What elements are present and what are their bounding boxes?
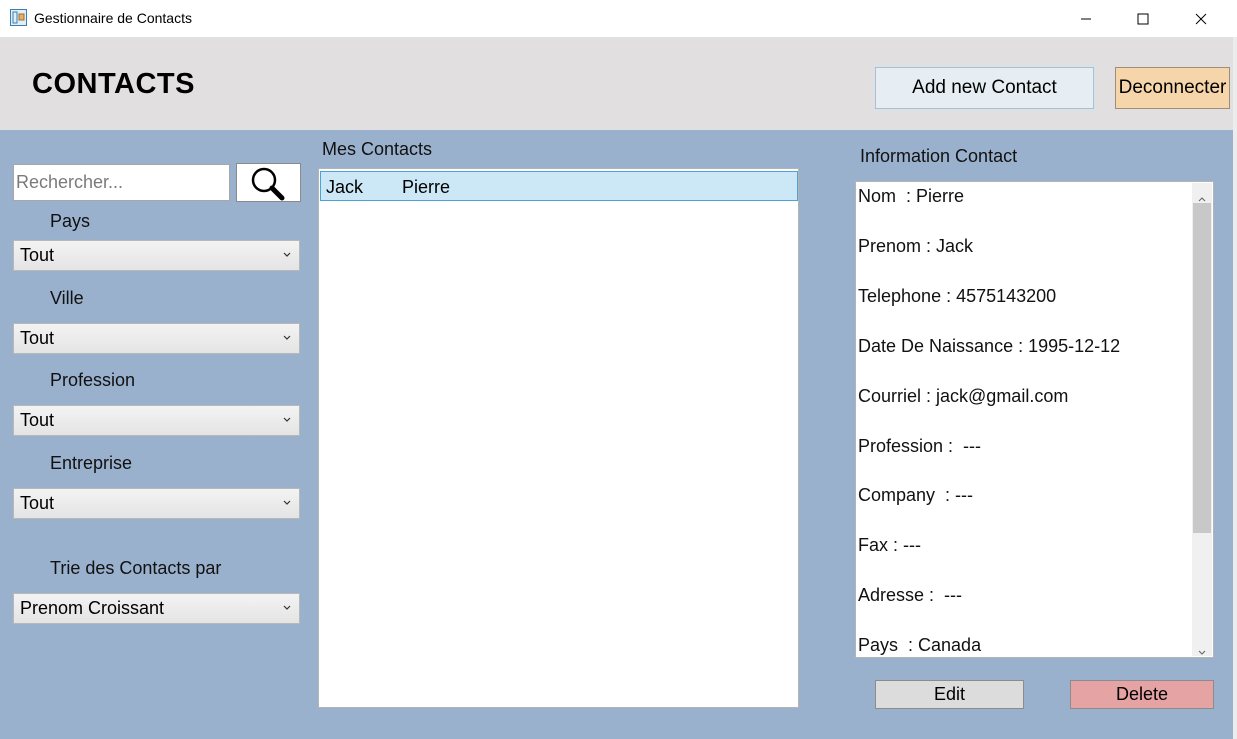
company-label: Entreprise xyxy=(50,453,133,473)
close-icon xyxy=(1195,13,1207,24)
delete-button[interactable]: Delete xyxy=(1070,680,1214,709)
company-select-value: Tout xyxy=(20,493,55,513)
edit-button[interactable]: Edit xyxy=(875,680,1024,709)
info-birthdate: Date De Naissance : 1995-12-12 xyxy=(858,336,1121,356)
info-email: Courriel : jack@gmail.com xyxy=(858,386,1069,406)
minimize-button-area[interactable] xyxy=(1057,0,1115,37)
profession-select-value: Tout xyxy=(20,410,55,430)
profession-select[interactable]: Tout xyxy=(13,405,300,436)
scrollbar-thumb[interactable] xyxy=(1193,203,1211,533)
info-fax: Fax : --- xyxy=(858,535,921,555)
info-phone: Telephone : 4575143200 xyxy=(858,286,1057,306)
contacts-heading: Mes Contacts xyxy=(322,139,433,159)
city-label: Ville xyxy=(50,288,84,308)
contact-row[interactable]: Jack Pierre xyxy=(320,171,798,201)
sort-select[interactable]: Prenom Croissant xyxy=(13,593,300,624)
chevron-down-icon xyxy=(283,605,291,610)
info-first-name: Prenom : Jack xyxy=(858,236,974,256)
chevron-down-icon xyxy=(283,417,291,422)
scroll-up-icon[interactable] xyxy=(1197,188,1207,207)
search-input[interactable] xyxy=(13,164,230,201)
window-edge xyxy=(1233,37,1237,739)
chevron-down-icon xyxy=(283,335,291,340)
scroll-down-icon[interactable] xyxy=(1197,642,1207,661)
sort-label: Trie des Contacts par xyxy=(50,558,222,578)
contacts-list[interactable] xyxy=(318,168,799,708)
minimize-icon xyxy=(1081,18,1091,19)
page-title: CONTACTS xyxy=(32,68,195,100)
app-icon xyxy=(10,9,27,26)
city-select-value: Tout xyxy=(20,328,55,348)
chevron-down-icon xyxy=(283,500,291,505)
logout-button[interactable]: Deconnecter xyxy=(1115,67,1230,109)
window-title: Gestionnaire de Contacts xyxy=(34,10,192,26)
contact-last-name: Pierre xyxy=(402,177,451,197)
info-last-name: Nom : Pierre xyxy=(858,186,965,206)
info-profession: Profession : --- xyxy=(858,436,982,456)
profession-label: Profession xyxy=(50,370,136,390)
contact-first-name: Jack xyxy=(326,177,364,197)
country-label: Pays xyxy=(50,211,91,231)
info-country: Pays : Canada xyxy=(858,635,982,655)
magnifier-icon xyxy=(251,167,284,200)
info-heading: Information Contact xyxy=(860,146,1018,166)
search-button[interactable] xyxy=(236,163,301,202)
chevron-down-icon xyxy=(283,252,291,257)
city-select[interactable]: Tout xyxy=(13,323,300,354)
info-company: Company : --- xyxy=(858,485,974,505)
maximize-icon xyxy=(1137,13,1149,24)
close-button[interactable] xyxy=(1172,0,1230,37)
company-select[interactable]: Tout xyxy=(13,488,300,519)
sort-select-value: Prenom Croissant xyxy=(20,598,165,618)
country-select[interactable]: Tout xyxy=(13,240,300,271)
info-address: Adresse : --- xyxy=(858,585,963,605)
maximize-button[interactable] xyxy=(1114,0,1172,37)
add-contact-button[interactable]: Add new Contact xyxy=(875,67,1094,109)
country-select-value: Tout xyxy=(20,245,55,265)
contact-info-box[interactable]: Nom : Pierre Prenom : Jack Telephone : 4… xyxy=(855,181,1214,658)
